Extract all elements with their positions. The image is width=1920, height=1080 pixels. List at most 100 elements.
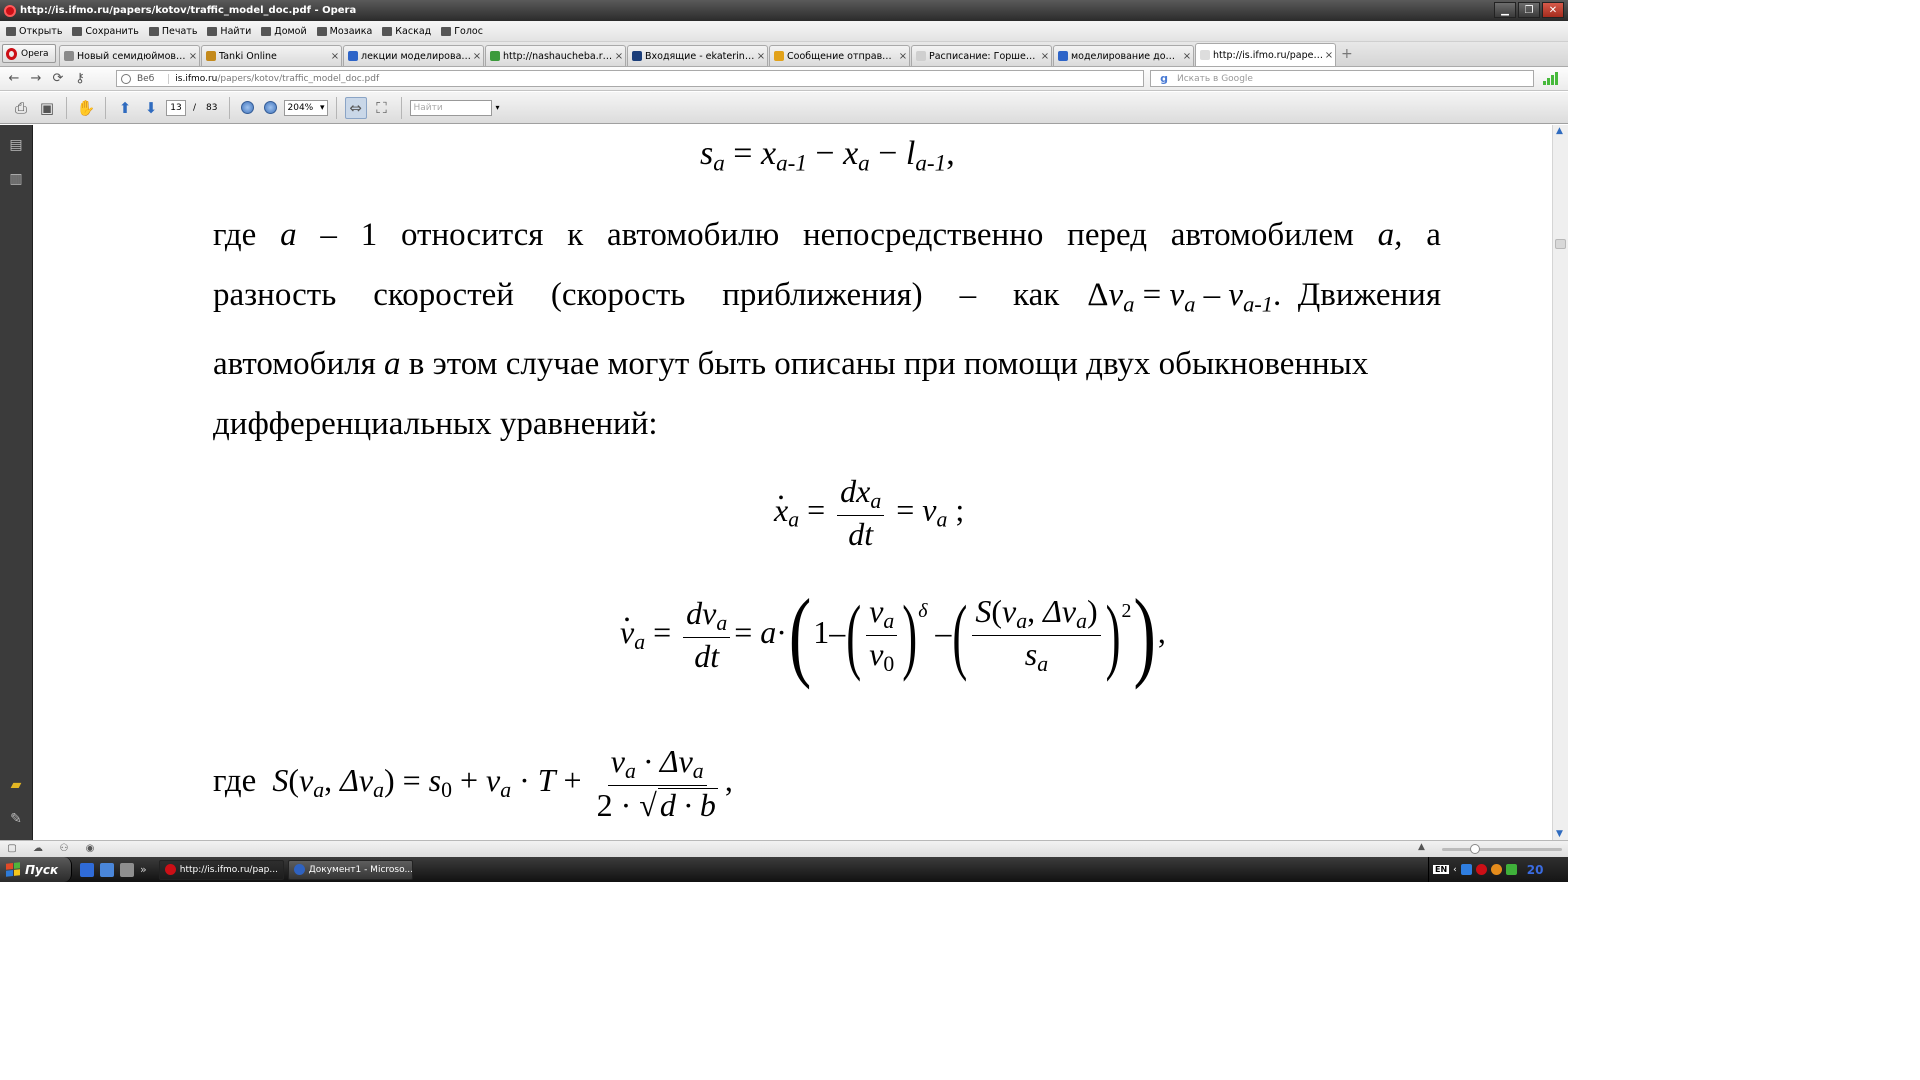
show-desktop-icon[interactable] xyxy=(100,862,114,877)
maximize-button[interactable]: ❐ xyxy=(1518,2,1540,18)
close-tab-icon[interactable]: × xyxy=(1039,51,1051,62)
equation-position: xa = dxadt = va ; xyxy=(774,470,964,552)
next-page-icon[interactable]: ⬇ xyxy=(140,97,162,119)
up-icon[interactable]: ▲ xyxy=(1418,842,1425,852)
fit-width-icon[interactable]: ⇔ xyxy=(344,96,367,119)
zoom-value: 204% xyxy=(287,102,314,113)
close-tab-icon[interactable]: × xyxy=(613,51,625,62)
comments-icon[interactable]: ▰ xyxy=(8,777,24,795)
fraction: va · Δva 2 · √d · b xyxy=(596,743,718,823)
task-list: http://is.ifmo.ru/pap... Документ1 - Micr… xyxy=(155,859,413,880)
menu-item[interactable]: Открыть xyxy=(6,26,62,37)
tab[interactable]: Сообщение отправлено × xyxy=(769,45,910,66)
find-dropdown-icon[interactable]: ▾ xyxy=(496,103,500,112)
tab[interactable]: http://is.ifmo.ru/papers/... × xyxy=(1195,43,1336,66)
tab[interactable]: Новый семидюймовый ...× xyxy=(59,45,200,66)
hand-tool-icon[interactable]: ✋ xyxy=(75,97,97,119)
language-indicator[interactable]: EN xyxy=(1433,865,1450,874)
taskbar-button[interactable]: http://is.ifmo.ru/pap... xyxy=(158,859,284,880)
menu-item[interactable]: Домой xyxy=(261,26,307,37)
reload-icon[interactable]: ⟳ xyxy=(50,71,66,87)
eq-symbol: x xyxy=(843,135,859,172)
eq-sub: a xyxy=(870,489,882,514)
word: автомобилю xyxy=(607,217,780,253)
menu-item[interactable]: Найти xyxy=(207,26,251,37)
google-icon[interactable]: g xyxy=(1151,71,1177,86)
zoom-in-icon[interactable] xyxy=(263,101,277,114)
paren-open: ( xyxy=(788,578,812,691)
more-icon[interactable]: » xyxy=(140,863,147,876)
ie-icon[interactable] xyxy=(80,862,94,877)
scroll-down-icon[interactable]: ▼ xyxy=(1556,829,1563,839)
close-tab-icon[interactable]: × xyxy=(897,51,909,62)
close-tab-icon[interactable]: × xyxy=(329,51,341,62)
back-icon[interactable]: ← xyxy=(6,71,22,87)
minimize-button[interactable]: ▁ xyxy=(1494,2,1516,18)
word: относится xyxy=(400,217,544,253)
search-field[interactable]: g Искать в Google xyxy=(1150,70,1534,87)
forward-icon[interactable]: → xyxy=(28,71,44,87)
tab[interactable]: http://nashaucheba.ru/v...× xyxy=(485,45,626,66)
scroll-thumb[interactable] xyxy=(1555,239,1566,249)
taskbar-button[interactable]: Документ1 - Microso... xyxy=(287,859,413,880)
vertical-scrollbar[interactable]: ▲ ▼ xyxy=(1552,125,1568,840)
close-tab-icon[interactable]: × xyxy=(755,51,767,62)
menu-item[interactable]: Каскад xyxy=(382,26,431,37)
menu-item[interactable]: Печать xyxy=(148,26,197,37)
previous-page-icon[interactable]: ⬆ xyxy=(114,97,136,119)
menu-item-label: Голос xyxy=(454,25,483,37)
tab-label: Входящие - ekaterina_8... xyxy=(645,50,755,62)
tab[interactable]: лекции моделирование...× xyxy=(343,45,484,66)
zoom-out-icon[interactable] xyxy=(240,101,254,114)
tab[interactable]: Входящие - ekaterina_8...× xyxy=(627,45,768,66)
word: автомобилем xyxy=(1170,217,1354,253)
close-tab-icon[interactable]: × xyxy=(187,51,199,62)
word: a, xyxy=(1377,217,1403,253)
quick-launch: » xyxy=(72,862,155,877)
page-number-input[interactable]: 13 xyxy=(166,99,186,116)
print-icon xyxy=(148,26,159,36)
wifi-icon[interactable] xyxy=(1505,864,1517,875)
tab-label: http://nashaucheba.ru/v... xyxy=(503,50,613,62)
new-tab-icon[interactable]: + xyxy=(1341,47,1357,63)
zoom-select[interactable]: 204% ▾ xyxy=(283,99,328,116)
unite-icon[interactable]: ☁ xyxy=(32,844,44,854)
tab[interactable]: Tanki Online × xyxy=(201,45,342,66)
speed-dial-icon[interactable]: ◉ xyxy=(84,844,96,854)
antivirus-icon[interactable] xyxy=(1490,864,1502,875)
tray-expand-icon[interactable]: ‹ xyxy=(1453,865,1457,875)
zoom-slider[interactable] xyxy=(1442,844,1562,854)
save-icon[interactable]: ▣ xyxy=(36,97,58,119)
clock[interactable]: 20 xyxy=(1527,863,1544,877)
tab[interactable]: моделирование дорож...× xyxy=(1053,45,1194,66)
share-icon[interactable]: ⚇ xyxy=(58,844,70,854)
address-field[interactable]: Веб is.ifmo.ru/papers/kotov/traffic_mode… xyxy=(116,70,1144,87)
close-button[interactable]: ✕ xyxy=(1542,2,1564,18)
close-tab-icon[interactable]: × xyxy=(471,51,483,62)
find-input[interactable]: Найти xyxy=(409,99,492,116)
print-icon[interactable]: ⎙ xyxy=(10,97,32,119)
menu-item[interactable]: Голос xyxy=(441,26,483,37)
web-badge[interactable]: Веб xyxy=(121,73,170,84)
zoom-slider-thumb[interactable] xyxy=(1470,844,1480,854)
eq-symbol: x xyxy=(760,135,777,172)
menu-item[interactable]: Мозаика xyxy=(316,26,372,37)
opera-menu-button[interactable]: Opera xyxy=(2,44,56,63)
panel-toggle-icon[interactable]: ▢ xyxy=(6,844,18,854)
window-title: http://is.ifmo.ru/papers/kotov/traffic_m… xyxy=(20,5,357,16)
opera-tray-icon[interactable] xyxy=(1475,864,1487,875)
fit-page-icon[interactable]: ⛶ xyxy=(371,97,393,119)
bookmarks-icon[interactable]: ▥ xyxy=(8,171,24,189)
start-button[interactable]: Пуск xyxy=(0,857,72,882)
key-icon[interactable]: ⚷ xyxy=(72,71,88,87)
pages-icon[interactable]: ▤ xyxy=(8,137,24,155)
word: где xyxy=(213,217,257,253)
attachment-icon[interactable]: ✎ xyxy=(8,811,24,829)
network-icon[interactable] xyxy=(1460,864,1472,875)
menu-item[interactable]: Сохранить xyxy=(72,26,139,37)
tab[interactable]: Расписание: Горшенин...× xyxy=(911,45,1052,66)
calculator-icon[interactable] xyxy=(120,862,134,877)
scroll-up-icon[interactable]: ▲ xyxy=(1556,126,1563,136)
close-tab-icon[interactable]: × xyxy=(1323,50,1335,61)
close-tab-icon[interactable]: × xyxy=(1181,51,1193,62)
